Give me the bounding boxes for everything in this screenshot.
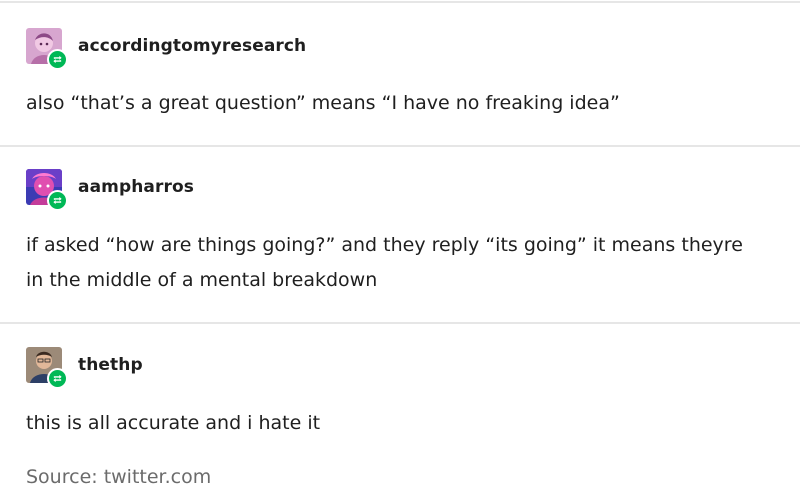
post-divider bbox=[0, 145, 800, 147]
reblog-icon bbox=[53, 55, 62, 64]
post-text: also “that’s a great question” means “I … bbox=[26, 92, 620, 114]
avatar[interactable] bbox=[26, 347, 68, 389]
post-text: if asked “how are things going?” and the… bbox=[26, 234, 743, 291]
username[interactable]: accordingtomyresearch bbox=[78, 36, 306, 56]
username[interactable]: thethp bbox=[78, 355, 143, 375]
post-header: accordingtomyresearch bbox=[26, 26, 306, 70]
reblog-icon bbox=[53, 374, 62, 383]
reblog-icon bbox=[53, 196, 62, 205]
reblog-badge bbox=[47, 368, 68, 389]
avatar[interactable] bbox=[26, 28, 68, 70]
reblog-badge bbox=[47, 49, 68, 70]
username[interactable]: aampharros bbox=[78, 177, 194, 197]
reblog-badge bbox=[47, 190, 68, 211]
top-divider bbox=[0, 1, 800, 3]
post-text: this is all accurate and i hate it bbox=[26, 412, 321, 434]
post-header: thethp bbox=[26, 345, 143, 389]
post-header: aampharros bbox=[26, 167, 194, 211]
source-link[interactable]: Source: twitter.com bbox=[26, 466, 211, 488]
post-divider bbox=[0, 322, 800, 324]
avatar[interactable] bbox=[26, 169, 68, 211]
